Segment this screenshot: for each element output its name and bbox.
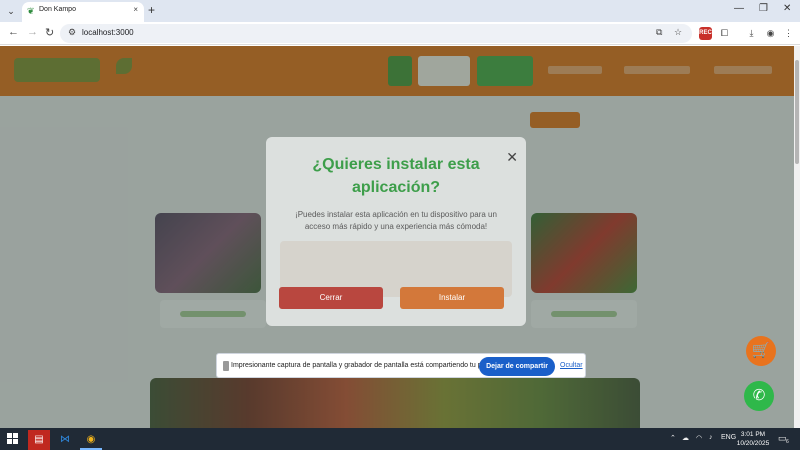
close-window-button[interactable]: ✕ xyxy=(783,3,791,14)
url-text[interactable]: localhost:3000 xyxy=(82,28,134,37)
profile-avatar-icon[interactable]: ◉ xyxy=(764,27,777,40)
maximize-button[interactable]: ❐ xyxy=(759,3,768,14)
install-app-modal: ✕ ¿Quieres instalar esta aplicación? ¡Pu… xyxy=(266,137,526,326)
tab-search-icon[interactable]: ⌄ xyxy=(4,4,18,18)
download-icon[interactable]: ⤓ xyxy=(745,27,758,40)
language-indicator[interactable]: ENG xyxy=(721,434,736,441)
whatsapp-icon[interactable]: ✆ xyxy=(744,381,774,411)
bookmark-star-icon[interactable]: ☆ xyxy=(674,27,682,38)
hide-link[interactable]: Ocultar xyxy=(560,362,583,369)
address-bar[interactable]: ⚙ localhost:3000 ⧉ ☆ xyxy=(60,24,692,43)
tab-title: Don Kampo xyxy=(39,6,76,13)
browser-toolbar: ← → ↻ ⚙ localhost:3000 ⧉ ☆ REC ⧠ ⤓ ◉ ⋮ xyxy=(0,22,800,45)
screen-recorder-extension-icon[interactable]: REC xyxy=(699,27,712,40)
recorder-app-icon[interactable]: ▤ xyxy=(28,430,50,450)
network-icon[interactable]: ☁ xyxy=(682,434,689,442)
page-scrollbar[interactable] xyxy=(794,46,800,428)
modal-description: ¡Puedes instalar esta aplicación en tu d… xyxy=(295,210,497,231)
drag-handle-icon[interactable] xyxy=(223,361,229,371)
reload-icon[interactable]: ↻ xyxy=(45,26,54,39)
notification-count: 6 xyxy=(786,439,789,445)
install-app-icon[interactable]: ⧉ xyxy=(656,27,662,38)
tab-close-icon[interactable]: × xyxy=(133,5,138,14)
show-hidden-icons-icon[interactable]: ⌃ xyxy=(670,434,676,442)
close-modal-button[interactable]: Cerrar xyxy=(279,287,383,309)
modal-title: ¿Quieres instalar esta aplicación? xyxy=(312,156,480,196)
forward-arrow-icon[interactable]: → xyxy=(27,26,38,38)
new-tab-button[interactable]: + xyxy=(148,3,155,17)
browser-tab[interactable]: ❦ Don Kampo × xyxy=(22,2,144,22)
site-info-icon[interactable]: ⚙ xyxy=(68,27,76,38)
minimize-button[interactable]: — xyxy=(734,3,744,14)
shopping-cart-icon[interactable]: 🛒 xyxy=(746,336,776,366)
stop-sharing-button[interactable]: Dejar de compartir xyxy=(479,357,555,376)
system-clock[interactable]: 3:01 PM 10/20/2025 xyxy=(736,430,770,448)
close-icon[interactable]: ✕ xyxy=(506,149,518,166)
chrome-app-icon[interactable]: ◉ xyxy=(80,430,102,450)
back-arrow-icon[interactable]: ← xyxy=(8,26,19,38)
extensions-puzzle-icon[interactable]: ⧠ xyxy=(718,27,731,40)
scrollbar-thumb[interactable] xyxy=(795,60,799,164)
clock-time: 3:01 PM xyxy=(740,431,766,438)
clock-date: 10/20/2025 xyxy=(736,440,770,447)
leaf-favicon-icon: ❦ xyxy=(27,6,35,16)
install-app-button[interactable]: Instalar xyxy=(400,287,504,309)
windows-taskbar: ▤ ⋈ ◉ ⌃ ☁ ◠ ♪ ENG 3:01 PM 10/20/2025 ▭ 6 xyxy=(0,428,800,450)
volume-icon[interactable]: ♪ xyxy=(709,434,713,441)
browser-tab-bar: ⌄ ❦ Don Kampo × + — ❐ ✕ xyxy=(0,0,800,22)
vscode-app-icon[interactable]: ⋈ xyxy=(54,430,76,450)
windows-start-icon[interactable] xyxy=(7,433,18,444)
chrome-menu-icon[interactable]: ⋮ xyxy=(782,27,795,40)
screen-share-bar: Impresionante captura de pantalla y grab… xyxy=(216,353,586,378)
share-message: Impresionante captura de pantalla y grab… xyxy=(231,362,505,369)
wifi-icon[interactable]: ◠ xyxy=(696,434,702,442)
